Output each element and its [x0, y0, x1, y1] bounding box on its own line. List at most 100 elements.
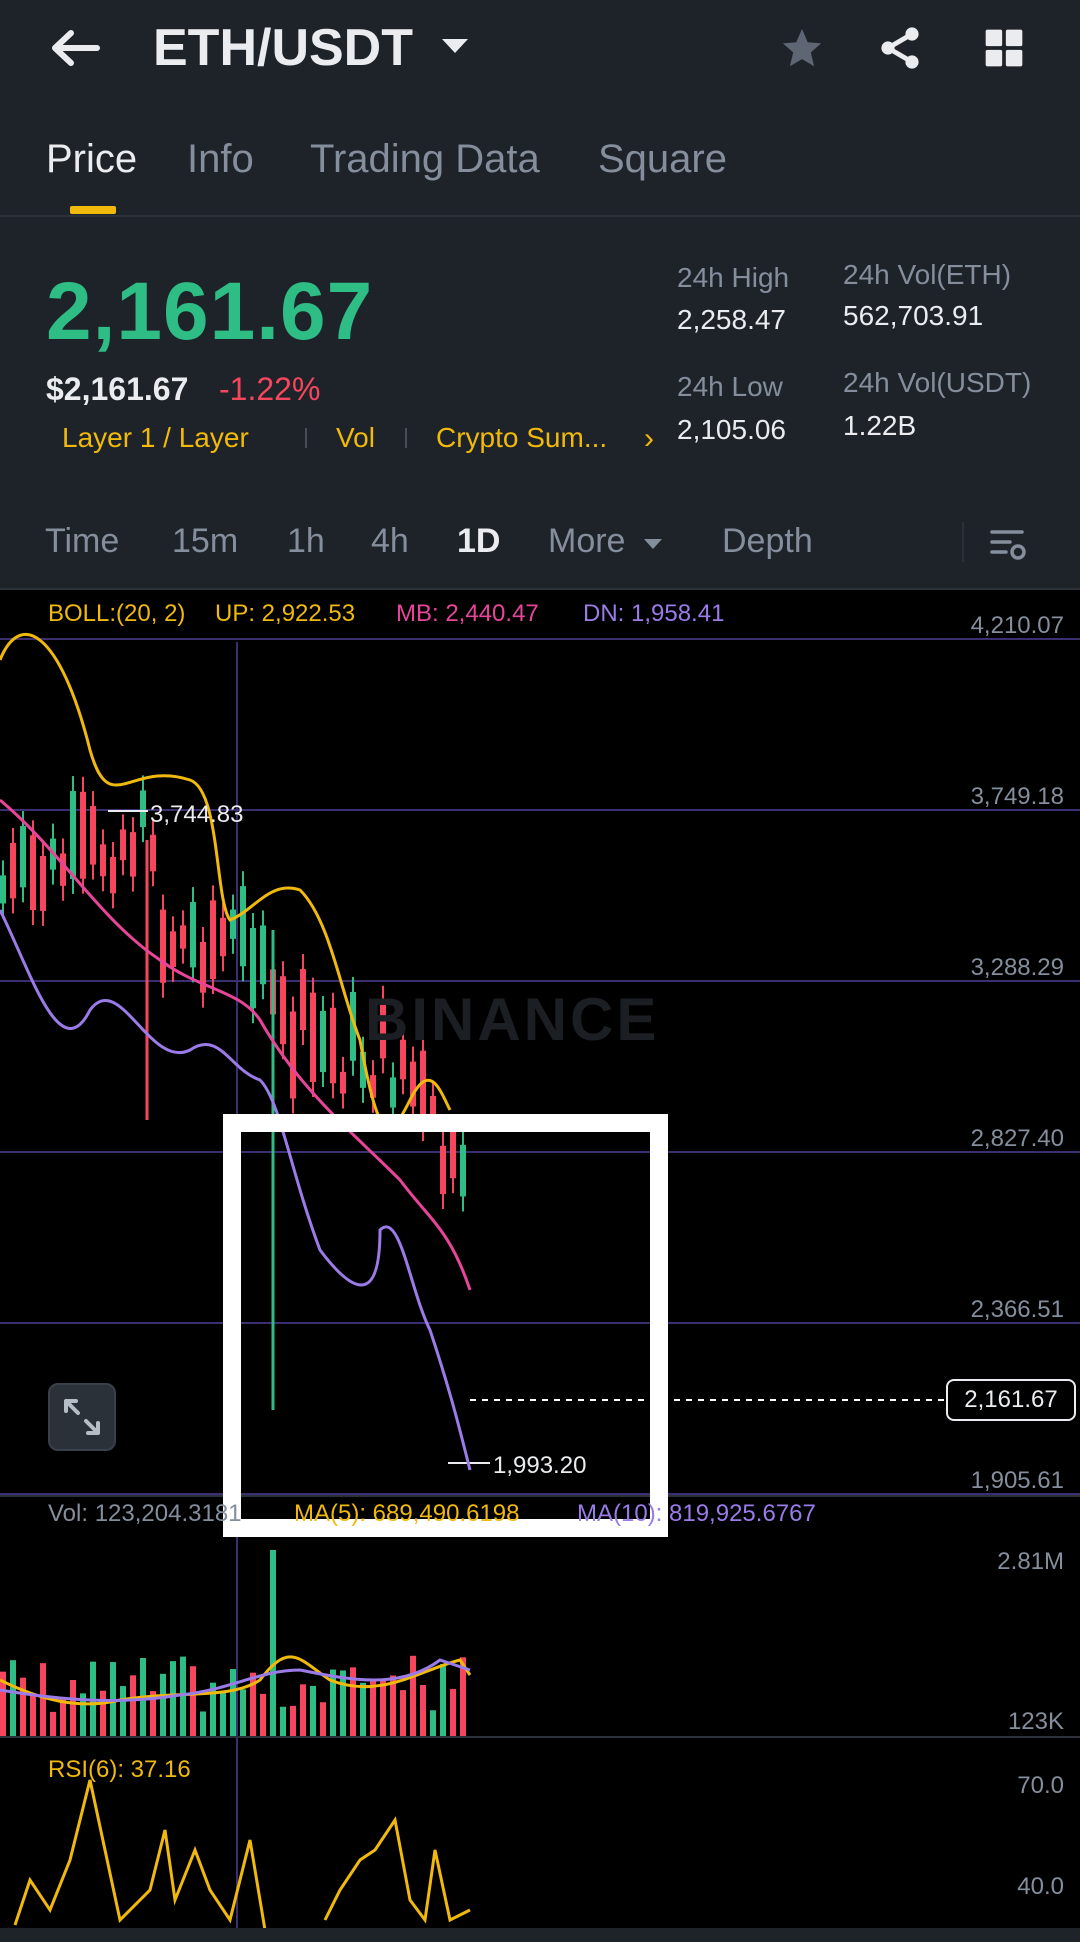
volume-bar [270, 1550, 276, 1736]
volume-bar [410, 1655, 416, 1736]
interval-depth[interactable]: Depth [722, 522, 813, 561]
volume-bar [30, 1694, 36, 1736]
candle-body [240, 886, 246, 967]
interval-1h[interactable]: 1h [287, 522, 325, 561]
volume-bar [40, 1663, 46, 1736]
volume-bar [320, 1702, 326, 1736]
volume-bar [200, 1711, 206, 1736]
tag-crypto-summary[interactable]: Crypto Sum... [436, 422, 607, 454]
candle-body [330, 1007, 336, 1084]
interval-15m[interactable]: 15m [172, 522, 238, 561]
volume-bar [260, 1693, 266, 1736]
candle-body [160, 909, 166, 983]
y-axis-label: 4,210.07 [970, 612, 1064, 639]
volume-bar [360, 1682, 366, 1736]
rsi-axis-40: 40.0 [1017, 1873, 1064, 1900]
boll-up: UP: 2,922.53 [215, 600, 356, 627]
chart-settings-icon[interactable] [988, 524, 1028, 569]
vol-ma5: MA(5): 689,490.6198 [294, 1500, 520, 1527]
candle-body [140, 790, 146, 828]
tag-layer[interactable]: Layer 1 / Layer [62, 422, 249, 454]
vol-usdt-label: 24h Vol(USDT) [843, 367, 1032, 398]
volume-bar [70, 1679, 76, 1736]
candle-body [310, 992, 316, 1082]
candlestick-chart[interactable] [0, 590, 1080, 1930]
candle-body [290, 1011, 296, 1099]
candle-body [100, 844, 106, 877]
candle-body [60, 853, 66, 886]
candle-body [320, 1010, 326, 1073]
volume-bar [450, 1688, 456, 1736]
interval-1d[interactable]: 1D [457, 522, 500, 561]
candle-body [430, 1095, 436, 1116]
tag-separator [305, 428, 307, 448]
top-bar: ETH/USDT [0, 0, 1080, 100]
volume-bar [280, 1706, 286, 1736]
volume-bar [420, 1685, 426, 1736]
candle-body [40, 855, 46, 911]
tab-info[interactable]: Info [187, 137, 254, 182]
y-axis-label: 2,366.51 [970, 1296, 1064, 1323]
candle-body [120, 829, 126, 861]
interval-time[interactable]: Time [45, 522, 119, 561]
volume-bar [340, 1670, 346, 1736]
share-icon[interactable] [872, 22, 928, 74]
candle-body [150, 834, 156, 872]
candle-body [250, 927, 256, 1009]
interval-more[interactable]: More [548, 522, 625, 561]
tab-trading-data[interactable]: Trading Data [310, 137, 540, 182]
vol-label: Vol: 123,204.3181 [48, 1500, 242, 1527]
boll-dn: DN: 1,958.41 [583, 600, 725, 627]
y-axis-label: 1,905.61 [970, 1467, 1064, 1494]
volume-bar [100, 1690, 106, 1736]
candle-body [80, 791, 86, 879]
caret-down-icon[interactable] [643, 537, 663, 555]
volume-bar [310, 1685, 316, 1736]
tab-price[interactable]: Price [46, 137, 137, 182]
volume-bar [170, 1661, 176, 1736]
volume-bar [10, 1660, 16, 1736]
candle-body [390, 1077, 396, 1108]
high-value: 2,258.47 [677, 304, 786, 335]
volume-bar [20, 1677, 26, 1736]
change-percent: -1.22% [219, 371, 321, 407]
expand-chart-button[interactable] [48, 1383, 116, 1451]
tags-chevron-icon[interactable]: › [644, 422, 654, 456]
vol-eth-value: 562,703.91 [843, 300, 984, 331]
candle-body [0, 875, 6, 904]
volume-bar [440, 1664, 446, 1736]
interval-4h[interactable]: 4h [371, 522, 409, 561]
volume-bar [60, 1697, 66, 1736]
y-axis-label: 2,827.40 [970, 1125, 1064, 1152]
tag-separator [405, 428, 407, 448]
volume-bar [120, 1686, 126, 1736]
fiat-price: $2,161.67 [46, 371, 189, 407]
grid-icon[interactable] [978, 22, 1030, 74]
candle-body [260, 925, 266, 985]
volume-bar [240, 1689, 246, 1736]
volume-bar [50, 1711, 56, 1736]
candle-body [170, 931, 176, 968]
star-icon[interactable] [776, 22, 828, 74]
binance-watermark: BINANCE [365, 986, 660, 1053]
high-label: 24h High [677, 262, 790, 293]
candle-body [20, 826, 26, 888]
rsi-line [13, 1779, 471, 1930]
tab-square[interactable]: Square [598, 137, 727, 182]
vol-axis-min: 123K [1007, 1708, 1064, 1735]
candle-body [340, 1071, 346, 1094]
volume-bar [430, 1710, 436, 1736]
tag-vol[interactable]: Vol [336, 422, 375, 454]
y-axis-label: 3,288.29 [970, 954, 1064, 981]
current-price-tag: 2,161.67 [946, 1379, 1076, 1421]
candle-body [230, 909, 236, 939]
active-tab-indicator [70, 206, 116, 214]
vol-axis-max: 2.81M [997, 1548, 1064, 1575]
rsi-axis-70: 70.0 [1017, 1772, 1064, 1799]
back-arrow-icon[interactable] [45, 22, 105, 74]
boll-mb: MB: 2,440.47 [396, 600, 539, 627]
pair-title[interactable]: ETH/USDT [153, 18, 413, 78]
bottom-bar [0, 1928, 1080, 1942]
caret-down-icon[interactable] [438, 34, 472, 58]
candle-body [180, 925, 186, 949]
